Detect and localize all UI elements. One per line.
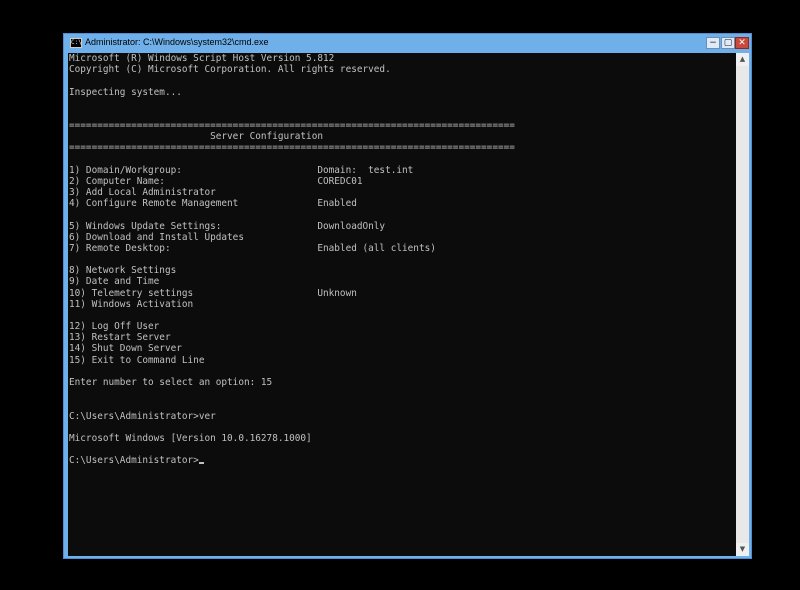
console-line: 4) Configure Remote Management Enabled — [69, 198, 357, 210]
window-title: Administrator: C:\Windows\system32\cmd.e… — [85, 37, 269, 47]
console-line: 12) Log Off User — [69, 321, 160, 333]
console-line: Server Configuration — [69, 131, 323, 143]
console-line: C:\Users\Administrator>ver — [69, 410, 216, 422]
console-line: 9) Date and Time — [69, 276, 160, 288]
console-line: Inspecting system... — [69, 86, 182, 98]
console-line: 1) Domain/Workgroup: Domain: test.int — [69, 164, 414, 176]
console-line: 11) Windows Activation — [69, 298, 194, 310]
console-line: Microsoft (R) Windows Script Host Versio… — [69, 53, 335, 64]
console-line: Enter number to select an option: 15 — [69, 376, 273, 388]
console-line: 8) Network Settings — [69, 265, 177, 277]
console-line: ========================================… — [69, 120, 515, 132]
scroll-up-arrow-icon[interactable]: ▲ — [736, 53, 749, 66]
console-line: Microsoft Windows [Version 10.0.16278.10… — [69, 432, 312, 444]
vertical-scrollbar[interactable]: ▲ ▼ — [736, 53, 749, 556]
console-line: C:\Users\Administrator> — [69, 455, 515, 466]
console-line: 5) Windows Update Settings: DownloadOnly — [69, 220, 386, 232]
console-line: 3) Add Local Administrator — [69, 187, 216, 199]
cmd-window: C:\ Administrator: C:\Windows\system32\c… — [63, 33, 752, 559]
console-line: 10) Telemetry settings Unknown — [69, 287, 357, 299]
console-lines: Microsoft (R) Windows Script Host Versio… — [69, 53, 515, 466]
maximize-button[interactable]: ▢ — [721, 37, 735, 49]
console-line: 14) Shut Down Server — [69, 343, 182, 355]
console-line: ========================================… — [69, 142, 515, 154]
minimize-button[interactable]: − — [706, 37, 720, 49]
console-line: Copyright (C) Microsoft Corporation. All… — [69, 64, 391, 76]
console-line: 7) Remote Desktop: Enabled (all clients) — [69, 242, 436, 254]
console-line: 15) Exit to Command Line — [69, 354, 205, 366]
console-line: 6) Download and Install Updates — [69, 231, 244, 243]
console-line: 2) Computer Name: COREDC01 — [69, 175, 363, 187]
scroll-down-arrow-icon[interactable]: ▼ — [736, 543, 749, 556]
close-button[interactable]: ✕ — [735, 37, 749, 49]
console-output-area[interactable]: Microsoft (R) Windows Script Host Versio… — [68, 53, 736, 556]
console-line: 13) Restart Server — [69, 332, 171, 344]
cmd-app-icon[interactable]: C:\ — [70, 38, 82, 48]
text-cursor — [198, 462, 204, 465]
title-bar[interactable]: C:\ Administrator: C:\Windows\system32\c… — [64, 34, 751, 52]
